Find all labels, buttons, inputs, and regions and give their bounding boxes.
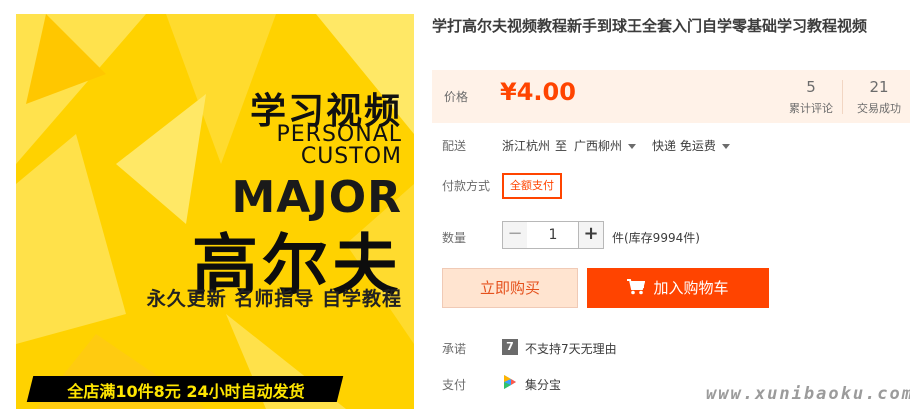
reviews-label: 累计评论 <box>789 102 833 115</box>
quantity-label: 数量 <box>442 231 467 245</box>
reviews-stat[interactable]: 5 累计评论 <box>782 78 840 116</box>
jifenbao-icon <box>504 375 516 389</box>
delivery-method-select[interactable]: 快递 免运费 <box>652 137 730 154</box>
chevron-down-icon <box>721 144 730 149</box>
price-value: ¥4.00 <box>500 78 576 106</box>
payment-method-label: 付款方式 <box>442 179 491 193</box>
add-to-cart-label: 加入购物车 <box>653 279 729 297</box>
delivery-from: 浙江杭州 <box>502 139 551 153</box>
chevron-down-icon <box>628 144 637 149</box>
stat-divider <box>842 80 843 114</box>
sales-count: 21 <box>869 78 889 96</box>
quantity-stock-text: 件(库存9994件) <box>612 231 700 245</box>
payment-option-full[interactable]: 全额支付 <box>502 173 562 199</box>
watermark: www.xunibaoku.com <box>706 384 910 404</box>
product-image[interactable]: 学习视频 PERSONAL CUSTOM MAJOR 高尔夫 永久更新 名师指导… <box>16 14 414 409</box>
image-promo-banner-text: 全店满10件8元 24小时自动发货 <box>67 382 305 401</box>
price-label: 价格 <box>444 90 469 104</box>
pay-text[interactable]: 集分宝 <box>525 376 561 393</box>
price-panel: 价格 ¥4.00 5 累计评论 21 交易成功 <box>432 70 910 123</box>
delivery-destination-select[interactable]: 广西柳州 <box>574 137 637 154</box>
quantity-input[interactable]: 1 <box>527 221 579 249</box>
reviews-count: 5 <box>806 78 816 96</box>
product-title: 学打高尔夫视频教程新手到球王全套入门自学零基础学习教程视频 <box>432 17 868 35</box>
buy-now-button[interactable]: 立即购买 <box>442 268 578 308</box>
delivery-label: 配送 <box>442 139 467 153</box>
delivery-to-word: 至 <box>555 139 568 153</box>
pay-label: 支付 <box>442 378 467 392</box>
delivery-method: 快递 免运费 <box>652 139 716 153</box>
quantity-decrease-button[interactable]: − <box>502 221 528 249</box>
sales-stat: 21 交易成功 <box>848 78 910 116</box>
sales-label: 交易成功 <box>857 102 901 115</box>
cart-icon <box>627 279 646 295</box>
seven-day-icon: 7 <box>502 339 518 355</box>
add-to-cart-button[interactable]: 加入购物车 <box>587 268 769 308</box>
image-title-en-2: CUSTOM <box>300 144 402 169</box>
promise-label: 承诺 <box>442 342 467 356</box>
promise-text[interactable]: 不支持7天无理由 <box>525 340 617 357</box>
delivery-destination: 广西柳州 <box>574 139 623 153</box>
quantity-increase-button[interactable]: + <box>578 221 604 249</box>
image-slogan: 永久更新 名师指导 自学教程 <box>146 288 402 310</box>
